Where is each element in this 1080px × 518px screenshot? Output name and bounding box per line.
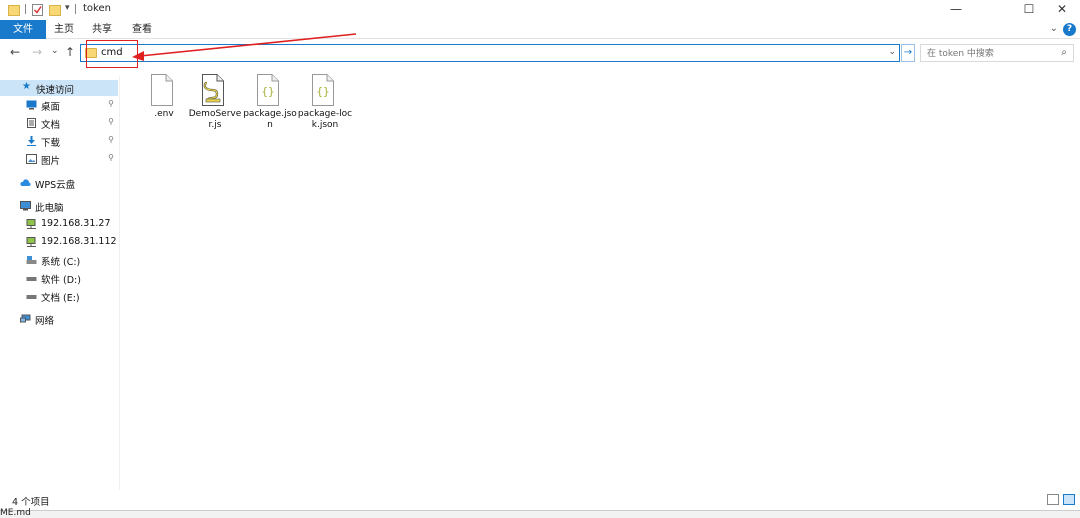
pin-icon: ⚲: [108, 99, 114, 108]
file-name: DemoServer.js: [188, 109, 242, 130]
sidebar-item-label: 此电脑: [35, 203, 64, 214]
file-name: package.json: [243, 109, 297, 130]
tab-file[interactable]: 文件: [0, 20, 46, 39]
separator: [25, 4, 26, 14]
new-folder-icon[interactable]: [49, 3, 61, 16]
forward-button[interactable]: →: [32, 45, 42, 59]
address-dropdown-icon[interactable]: ⌄: [888, 47, 896, 57]
ribbon-tabs: 文件 主页 共享 查看 ⌄ ?: [0, 20, 1080, 39]
back-button[interactable]: ←: [10, 45, 20, 59]
sidebar-item-label: 快速访问: [36, 85, 75, 96]
sidebar-item-label: 文档 (E:): [41, 293, 80, 304]
address-row: ← → ⌄ ↑ cmd ⌄ → ⌕: [0, 40, 1080, 66]
sidebar-item-label: 192.168.31.112: [41, 236, 117, 247]
separator: [75, 4, 76, 14]
sidebar-item-label: 系统 (C:): [41, 257, 81, 268]
properties-check-icon[interactable]: [31, 3, 44, 16]
tab-home[interactable]: 主页: [50, 20, 78, 39]
large-icons-view-icon[interactable]: [1063, 494, 1075, 505]
drive-icon: [26, 295, 37, 299]
sidebar-item-wps-cloud[interactable]: WPS云盘: [0, 175, 118, 191]
background-window-strip: [0, 510, 1080, 518]
sidebar-item-drive-c[interactable]: 系统 (C:): [0, 252, 118, 268]
sidebar-item-label: 文档: [41, 120, 61, 131]
document-icon: [27, 118, 36, 128]
search-input[interactable]: [927, 47, 1052, 60]
file-explorer-window: ▾ token — ☐ ✕ 文件 主页 共享 查看 ⌄ ? ← → ⌄ ↑ cm…: [0, 0, 1080, 518]
folder-icon: [8, 5, 20, 16]
pin-icon: ⚲: [108, 135, 114, 144]
details-view-icon[interactable]: [1047, 494, 1059, 505]
star-icon: ★: [22, 81, 31, 92]
system-drive-icon: [26, 256, 37, 264]
drive-icon: [26, 277, 37, 281]
sidebar-item-label: 桌面: [41, 102, 61, 113]
sidebar-item-downloads[interactable]: 下载 ⚲: [0, 133, 118, 149]
title-bar: ▾ token — ☐ ✕: [0, 0, 1080, 20]
window-title: token: [83, 3, 111, 14]
sidebar-item-label: 网络: [35, 316, 55, 327]
sidebar-item-label: 192.168.31.27: [41, 218, 111, 229]
sidebar-item-desktop[interactable]: 桌面 ⚲: [0, 97, 118, 113]
tab-share[interactable]: 共享: [88, 20, 116, 39]
recent-locations-dropdown[interactable]: ⌄: [51, 46, 59, 56]
go-button[interactable]: →: [901, 44, 915, 62]
blank-file-icon: [151, 74, 173, 106]
quick-access-dropdown[interactable]: ▾: [65, 3, 70, 13]
ribbon-expand-chevron-icon[interactable]: ⌄: [1050, 23, 1058, 34]
help-icon[interactable]: ?: [1063, 23, 1076, 36]
file-name: package-lock.json: [297, 109, 353, 130]
sidebar-item-network-drive-27[interactable]: 192.168.31.27: [0, 216, 118, 232]
up-button[interactable]: ↑: [65, 45, 75, 59]
json-file-icon: {}: [312, 74, 334, 106]
maximize-button[interactable]: ☐: [1011, 0, 1047, 20]
item-count: 4 个项目: [12, 497, 50, 508]
address-bar[interactable]: cmd ⌄: [80, 44, 900, 62]
svg-text:{}: {}: [261, 85, 274, 98]
cloud-icon: [20, 179, 31, 186]
json-file-icon: {}: [257, 74, 279, 106]
sidebar-item-network-drive-112[interactable]: 192.168.31.112: [0, 234, 118, 250]
sidebar-item-label: 下载: [41, 138, 61, 149]
sidebar-item-pictures[interactable]: 图片 ⚲: [0, 151, 118, 167]
pin-icon: ⚲: [108, 153, 114, 162]
computer-icon: [20, 201, 31, 211]
background-filename: ME.md: [0, 508, 31, 518]
svg-text:{}: {}: [316, 85, 329, 98]
sidebar-item-drive-d[interactable]: 软件 (D:): [0, 270, 118, 286]
status-bar: 4 个项目: [0, 490, 1080, 510]
search-box[interactable]: ⌕: [920, 44, 1074, 62]
download-icon: [27, 136, 36, 146]
picture-icon: [26, 154, 37, 164]
network-icon: [20, 314, 31, 323]
annotation-highlight-box: [86, 40, 138, 68]
sidebar-item-quick-access[interactable]: ★ 快速访问: [0, 80, 118, 96]
js-script-icon: [202, 74, 224, 106]
sidebar-item-documents[interactable]: 文档 ⚲: [0, 115, 118, 131]
file-list: .env DemoServer.js {} package.json {} pa…: [136, 70, 1076, 490]
sidebar-item-label: 图片: [41, 156, 61, 167]
navigation-pane: ★ 快速访问 桌面 ⚲ 文档 ⚲ 下载 ⚲ 图片 ⚲ WPS云盘 此电脑 192…: [0, 76, 120, 490]
minimize-button[interactable]: —: [938, 0, 974, 20]
search-icon[interactable]: ⌕: [1061, 47, 1067, 58]
close-button[interactable]: ✕: [1044, 0, 1080, 20]
sidebar-item-label: WPS云盘: [35, 180, 76, 191]
pin-icon: ⚲: [108, 117, 114, 126]
sidebar-item-network[interactable]: 网络: [0, 311, 118, 327]
sidebar-item-label: 软件 (D:): [41, 275, 81, 286]
tab-view[interactable]: 查看: [128, 20, 156, 39]
file-name: .env: [154, 109, 174, 119]
network-drive-icon: [26, 219, 36, 229]
network-drive-icon: [26, 237, 36, 247]
desktop-icon: [26, 100, 37, 110]
sidebar-item-drive-e[interactable]: 文档 (E:): [0, 288, 118, 304]
sidebar-item-this-pc[interactable]: 此电脑: [0, 198, 118, 214]
